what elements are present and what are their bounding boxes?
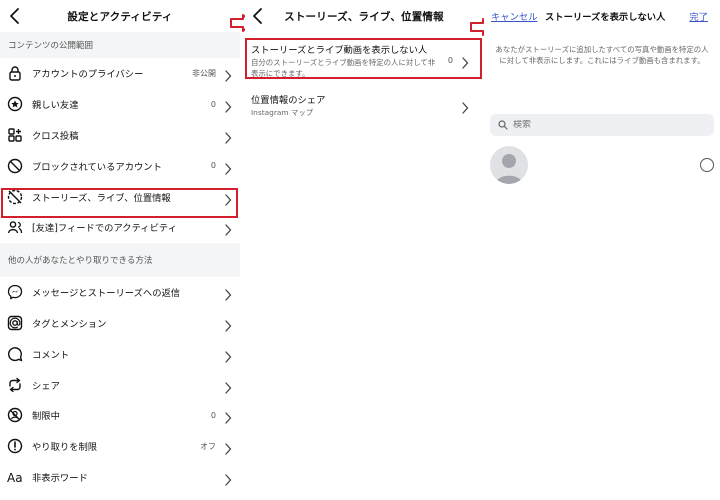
settings-item-label: 非表示ワード [32,472,88,484]
stories-off-icon [6,188,24,206]
settings-item-comment[interactable]: コメント [0,338,240,369]
block-icon [6,157,24,175]
chevron-right-icon [461,99,469,114]
section-header-interactions: 他の人があなたとやり取りできる方法 [0,242,240,277]
comment-icon [6,345,24,363]
settings-item-label: ストーリーズ、ライブ、位置情報 [32,192,171,204]
chevron-right-icon [224,286,232,301]
location-sharing-label: 位置情報のシェア [251,95,326,106]
default-avatar-icon [495,154,523,184]
settings-item-label: 制限中 [32,411,60,423]
at-icon [6,314,24,332]
restrict-icon [6,406,24,424]
panel2-header: ストーリーズ、ライブ、位置情報 [245,0,483,32]
hide-story-description: あなたがストーリーズに追加したすべての写真や動画を特定の人に対して非表示にします… [495,45,709,65]
settings-panel: 設定とアクティビティ コンテンツの公開範囲 アカウントのプライバシー 非公開親しい… [0,0,240,500]
settings-item-value: 0 [210,161,216,171]
back-button[interactable] [251,7,265,25]
cancel-button[interactable]: キャンセル [491,9,538,23]
chevron-right-icon [224,67,232,83]
settings-item-label: [友達]フィードでのアクティビティ [32,223,177,235]
settings-item-label: コメント [32,349,70,361]
settings-item-label: ブロックされているアカウント [32,161,162,173]
hide-stories-from-row[interactable]: ストーリーズとライブ動画を表示しない人 自分のストーリーズとライブ動画を特定の人… [245,38,483,82]
settings-item-friends[interactable]: [友達]フィードでのアクティビティ [0,212,240,243]
stories-live-location-panel: ストーリーズ、ライブ、位置情報 ストーリーズとライブ動画を表示しない人 自分のス… [245,0,483,500]
hide-stories-from-label: ストーリーズとライブ動画を表示しない人 [251,44,428,56]
settings-item-block[interactable]: ブロックされているアカウント 0 [0,150,240,181]
search-icon [498,120,508,130]
settings-item-label: シェア [32,380,60,392]
chevron-right-icon [224,379,232,394]
settings-item-value: 0 [210,410,216,420]
settings-item-share[interactable]: シェア [0,369,240,400]
location-sharing-sub: Instagram マップ [251,108,314,117]
settings-item-label: クロス投稿 [32,130,79,142]
chevron-right-icon [224,471,232,486]
back-button[interactable] [8,7,22,25]
select-radio[interactable] [700,158,714,172]
interactions-list: メッセージとストーリーズへの返信 タグとメンション コメントシェア制限中 0 やり取りを… [0,277,240,493]
search-input[interactable] [513,120,663,130]
star-circle-icon [6,95,24,113]
settings-item-restrict[interactable]: 制限中 0 [0,400,240,431]
settings-item-grid-plus[interactable]: クロス投稿 [0,120,240,151]
hide-story-from-panel: キャンセル ストーリーズを表示しない人 完了 あなたがストーリーズに追加したすべ… [484,0,720,500]
chevron-right-icon [224,440,232,455]
settings-item-value: 0 [210,99,216,109]
settings-item-label: やり取りを制限 [32,442,98,454]
settings-item-label: 親しい友達 [32,100,79,112]
share-icon [6,376,24,394]
settings-item-text-aa[interactable]: Aa 非表示ワード [0,462,240,493]
chevron-right-icon [224,129,232,144]
page-title: ストーリーズ、ライブ、位置情報 [284,10,444,23]
done-button[interactable]: 完了 [689,9,708,23]
text-aa-icon: Aa [6,468,24,486]
chevron-right-icon [224,160,232,175]
chevron-left-icon [10,8,19,24]
panel3-header: キャンセル ストーリーズを表示しない人 完了 [484,0,720,32]
page-title: 設定とアクティビティ [67,10,173,23]
hidden-count: 0 [447,55,453,65]
visibility-list: アカウントのプライバシー 非公開親しい友達 0 クロス投稿ブロックされているアカウント… [0,58,240,243]
friends-icon [6,218,24,236]
settings-item-label: メッセージとストーリーズへの返信 [32,288,181,300]
settings-item-value: 非公開 [192,68,216,78]
settings-item-label: アカウントのプライバシー [32,69,144,81]
lock-icon [6,64,24,82]
chevron-right-icon [461,54,469,69]
chevron-right-icon [224,221,232,237]
chevron-right-icon [224,409,232,425]
chevron-right-icon [224,348,232,363]
avatar [490,146,528,184]
limit-icon [6,437,24,455]
messenger-icon [6,283,24,301]
chevron-right-icon [224,191,232,206]
settings-item-limit[interactable]: やり取りを制限 オフ [0,431,240,462]
svg-text:Aa: Aa [7,471,23,485]
location-sharing-row[interactable]: 位置情報のシェア Instagram マップ [245,88,483,122]
grid-plus-icon [6,126,24,144]
settings-item-lock[interactable]: アカウントのプライバシー 非公開 [0,58,240,89]
follower-row[interactable] [484,140,720,190]
chevron-right-icon [224,317,232,332]
settings-item-messenger[interactable]: メッセージとストーリーズへの返信 [0,277,240,308]
settings-item-at[interactable]: タグとメンション [0,308,240,339]
settings-item-value: オフ [200,441,216,451]
chevron-left-icon [253,8,262,24]
chevron-right-icon [224,98,232,113]
settings-header: 設定とアクティビティ [0,0,240,32]
search-bar[interactable] [490,114,714,136]
page-title: ストーリーズを表示しない人 [545,12,666,23]
settings-item-label: タグとメンション [32,318,107,330]
section-header-visibility: コンテンツの公開範囲 [0,32,240,58]
settings-item-star-circle[interactable]: 親しい友達 0 [0,89,240,120]
settings-item-stories-off[interactable]: ストーリーズ、ライブ、位置情報 [0,181,240,212]
hide-stories-from-desc: 自分のストーリーズとライブ動画を特定の人に対して非表示にできます。 [251,57,436,78]
